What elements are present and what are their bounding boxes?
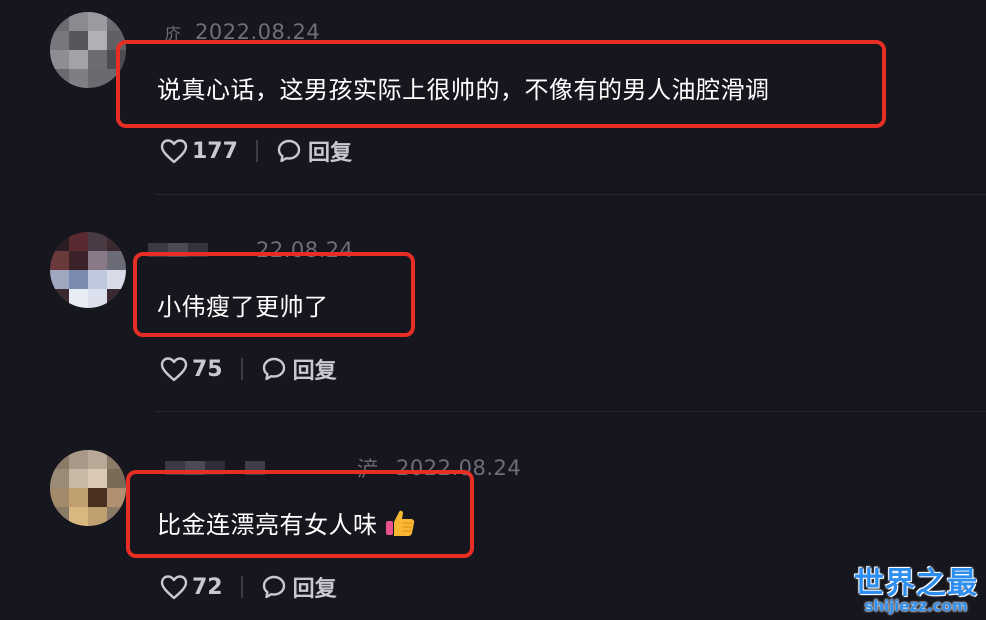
action-divider xyxy=(240,358,243,380)
avatar[interactable] xyxy=(50,12,126,88)
like-button[interactable]: 177 xyxy=(160,138,238,164)
action-divider xyxy=(240,576,243,598)
heart-icon xyxy=(160,575,188,600)
speech-bubble-icon xyxy=(262,575,285,599)
watermark: 世界之最 shijiezz.com xyxy=(854,569,978,614)
comment-text: 说真心话，这男孩实际上很帅的，不像有的男人油腔滑调 xyxy=(157,76,770,104)
divider xyxy=(155,411,986,412)
thumbs-up-icon xyxy=(384,508,416,544)
like-count: 75 xyxy=(192,356,223,382)
reply-button[interactable]: 回复 xyxy=(276,135,352,167)
watermark-title: 世界之最 xyxy=(854,566,978,601)
comment-text: 小伟瘦了更帅了 xyxy=(157,293,329,321)
reply-button[interactable]: 回复 xyxy=(261,571,337,603)
reply-label: 回复 xyxy=(292,359,337,384)
speech-bubble-icon xyxy=(262,357,285,381)
comment-actions: 72 回复 xyxy=(160,571,337,603)
avatar[interactable] xyxy=(50,450,126,526)
comment-actions: 75 回复 xyxy=(160,353,337,385)
like-count: 72 xyxy=(192,574,223,600)
divider xyxy=(155,194,986,195)
like-count: 177 xyxy=(192,138,238,164)
like-button[interactable]: 72 xyxy=(160,574,223,600)
reply-button[interactable]: 回复 xyxy=(261,353,337,385)
reply-label: 回复 xyxy=(307,141,352,166)
avatar[interactable] xyxy=(50,232,126,308)
comment-actions: 177 回复 xyxy=(160,135,352,167)
watermark-url: shijiezz.com xyxy=(864,597,968,615)
heart-icon xyxy=(160,357,188,382)
action-divider xyxy=(255,140,258,162)
heart-icon xyxy=(160,139,188,164)
like-button[interactable]: 75 xyxy=(160,356,223,382)
reply-label: 回复 xyxy=(292,577,337,602)
speech-bubble-icon xyxy=(277,139,301,163)
comment-text: 比金连漂亮有女人味 xyxy=(157,505,416,544)
comment-text-content: 比金连漂亮有女人味 xyxy=(157,511,378,539)
